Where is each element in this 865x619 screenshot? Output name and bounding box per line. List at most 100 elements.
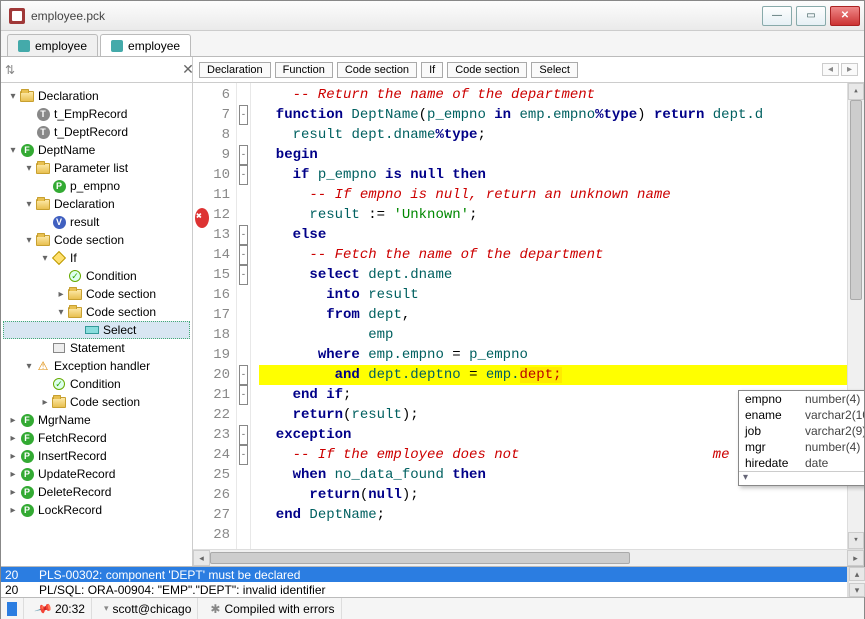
code-line[interactable]: -- If empno is null, return an unknown n… — [259, 185, 847, 205]
line-number[interactable]: 15 — [193, 265, 236, 285]
autocomplete-item[interactable]: enamevarchar2(10) — [739, 407, 864, 423]
expand-toggle[interactable]: ▸ — [7, 469, 19, 480]
expand-toggle[interactable]: ▸ — [39, 397, 51, 408]
line-number[interactable]: 16 — [193, 285, 236, 305]
compile-errors-panel[interactable]: 20PLS-00302: component 'DEPT' must be de… — [1, 566, 864, 597]
error-row[interactable]: 20PLS-00302: component 'DEPT' must be de… — [1, 567, 864, 582]
expand-toggle[interactable]: ▾ — [23, 361, 35, 372]
scroll-down-button[interactable]: ▾ — [848, 532, 864, 549]
fold-toggle[interactable]: - — [239, 265, 248, 285]
tree-node[interactable]: ▸Code section — [3, 393, 190, 411]
tree-node[interactable]: ▸PDeleteRecord — [3, 483, 190, 501]
expand-toggle[interactable]: ▸ — [7, 415, 19, 426]
scroll-thumb[interactable] — [850, 100, 862, 300]
breadcrumb-item[interactable]: Code section — [447, 62, 527, 78]
tree-node[interactable]: ▸PUpdateRecord — [3, 465, 190, 483]
connection-label[interactable]: scott@chicago — [113, 602, 192, 616]
tree-node[interactable]: Tt_DeptRecord — [3, 123, 190, 141]
line-number[interactable]: 8 — [193, 125, 236, 145]
tree-node[interactable]: ▾Parameter list — [3, 159, 190, 177]
expand-toggle[interactable]: ▾ — [7, 91, 19, 102]
tree-node[interactable]: ▾⚠Exception handler — [3, 357, 190, 375]
breadcrumb-item[interactable]: If — [421, 62, 443, 78]
code-editor[interactable]: 67891011✖1213141516171819202122232425262… — [193, 83, 864, 549]
expand-toggle[interactable]: ▸ — [7, 487, 19, 498]
fold-toggle[interactable]: - — [239, 245, 248, 265]
scroll-down-button[interactable]: ▾ — [849, 583, 865, 597]
line-number[interactable]: 13 — [193, 225, 236, 245]
maximize-button[interactable]: ▭ — [796, 6, 826, 26]
tree-node[interactable]: Pp_empno — [3, 177, 190, 195]
code-line[interactable]: begin — [259, 145, 847, 165]
errors-scrollbar[interactable]: ▴ ▾ — [848, 567, 865, 597]
code-line[interactable]: if p_empno is null then — [259, 165, 847, 185]
line-number[interactable]: 14 — [193, 245, 236, 265]
fold-toggle[interactable]: - — [239, 165, 248, 185]
expand-toggle[interactable]: ▸ — [7, 505, 19, 516]
breadcrumb-item[interactable]: Code section — [337, 62, 417, 78]
dropdown-icon[interactable]: ▾ — [104, 603, 109, 614]
code-line[interactable]: -- Fetch the name of the department — [259, 245, 847, 265]
tree-node[interactable]: ▸Code section — [3, 285, 190, 303]
line-number[interactable]: 23 — [193, 425, 236, 445]
line-number[interactable]: 20 — [193, 365, 236, 385]
line-number[interactable]: 27 — [193, 505, 236, 525]
breadcrumb-item[interactable]: Select — [531, 62, 578, 78]
fold-toggle[interactable]: - — [239, 365, 248, 385]
tree-node[interactable]: ▸FFetchRecord — [3, 429, 190, 447]
tree-node[interactable]: ▸PInsertRecord — [3, 447, 190, 465]
code-line[interactable] — [259, 525, 847, 545]
minimize-button[interactable]: — — [762, 6, 792, 26]
tree-node[interactable]: ▾If — [3, 249, 190, 267]
scroll-left-button[interactable]: ◂ — [193, 550, 210, 566]
autocomplete-item[interactable]: empnonumber(4) — [739, 391, 864, 407]
breadcrumb-item[interactable]: Declaration — [199, 62, 271, 78]
autocomplete-more-icon[interactable]: ▾ — [739, 471, 864, 485]
tree-node[interactable]: ▾Declaration — [3, 87, 190, 105]
line-number[interactable]: 10 — [193, 165, 236, 185]
breadcrumb-prev-button[interactable]: ◂ — [822, 63, 839, 76]
scroll-up-button[interactable]: ▴ — [849, 567, 865, 581]
code-line[interactable]: select dept.dname — [259, 265, 847, 285]
outline-search-input[interactable] — [19, 63, 174, 77]
code-line[interactable]: into result — [259, 285, 847, 305]
autocomplete-popup[interactable]: empnonumber(4)enamevarchar2(10)jobvarcha… — [738, 390, 864, 486]
line-number[interactable]: 28 — [193, 525, 236, 545]
tree-node[interactable]: ▾Code section — [3, 231, 190, 249]
expand-toggle[interactable]: ▾ — [7, 145, 19, 156]
tree-node[interactable]: Vresult — [3, 213, 190, 231]
fold-column[interactable]: ---------- — [237, 83, 251, 549]
tree-node[interactable]: ▾FDeptName — [3, 141, 190, 159]
fold-toggle[interactable]: - — [239, 385, 248, 405]
line-number[interactable]: 21 — [193, 385, 236, 405]
code-line[interactable]: result := 'Unknown'; — [259, 205, 847, 225]
tree-node[interactable]: ✓Condition — [3, 375, 190, 393]
expand-toggle[interactable]: ▾ — [23, 199, 35, 210]
line-number[interactable]: 26 — [193, 485, 236, 505]
line-number[interactable]: 22 — [193, 405, 236, 425]
expand-toggle[interactable]: ▸ — [7, 433, 19, 444]
tree-node[interactable]: Tt_EmpRecord — [3, 105, 190, 123]
code-line[interactable]: return(null); — [259, 485, 847, 505]
breadcrumb-next-button[interactable]: ▸ — [841, 63, 858, 76]
autocomplete-item[interactable]: jobvarchar2(9) — [739, 423, 864, 439]
close-button[interactable]: ✕ — [830, 6, 860, 26]
line-number[interactable]: 11✖ — [193, 185, 236, 205]
expand-toggle[interactable]: ▾ — [23, 235, 35, 246]
tab-employee-body[interactable]: employee — [100, 34, 191, 56]
line-number[interactable]: 25 — [193, 465, 236, 485]
line-number-gutter[interactable]: 67891011✖1213141516171819202122232425262… — [193, 83, 237, 549]
fold-toggle[interactable]: - — [239, 105, 248, 125]
tab-employee-spec[interactable]: employee — [7, 34, 98, 56]
line-number[interactable]: 6 — [193, 85, 236, 105]
fold-toggle[interactable]: - — [239, 145, 248, 165]
autocomplete-list[interactable]: empnonumber(4)enamevarchar2(10)jobvarcha… — [739, 391, 864, 485]
code-line[interactable]: and dept.deptno = emp.dept; — [259, 365, 847, 385]
tree-node[interactable]: ▸FMgrName — [3, 411, 190, 429]
breadcrumb-item[interactable]: Function — [275, 62, 333, 78]
expand-toggle[interactable]: ▸ — [7, 451, 19, 462]
fold-toggle[interactable]: - — [239, 445, 248, 465]
horizontal-scrollbar[interactable]: ◂ ▸ — [193, 549, 864, 566]
code-line[interactable]: function DeptName(p_empno in emp.empno%t… — [259, 105, 847, 125]
code-line[interactable]: result dept.dname%type; — [259, 125, 847, 145]
